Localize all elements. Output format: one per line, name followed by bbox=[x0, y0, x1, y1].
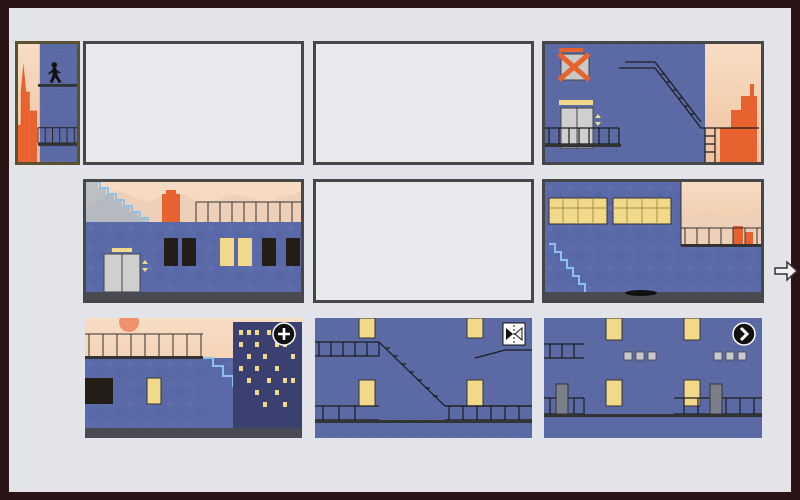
balcony-wall-scene bbox=[544, 318, 762, 438]
balcony-door bbox=[709, 383, 723, 415]
flip-tile-button[interactable] bbox=[502, 322, 526, 346]
balcony-door bbox=[555, 383, 569, 415]
level-board bbox=[9, 8, 799, 492]
runner-scene bbox=[18, 44, 77, 162]
tray-tile-rooftop-highrise[interactable] bbox=[85, 318, 302, 438]
skylight-scene bbox=[545, 182, 761, 300]
next-tile-button[interactable] bbox=[732, 322, 756, 346]
rooftop-elevator-scene bbox=[86, 182, 301, 300]
next-icon bbox=[732, 322, 756, 346]
scroll-right-button[interactable] bbox=[773, 259, 799, 283]
tile-fire-escape[interactable] bbox=[542, 41, 764, 165]
arrow-right-icon bbox=[774, 260, 799, 282]
water-tower bbox=[162, 190, 180, 222]
current-tile-runner[interactable] bbox=[15, 41, 80, 165]
fire-escape-scene bbox=[545, 44, 761, 162]
manhole bbox=[625, 290, 657, 296]
tray-tile-brick-fire-escape[interactable] bbox=[315, 318, 532, 438]
empty-slot[interactable] bbox=[83, 41, 304, 165]
tile-skylight-windows[interactable] bbox=[542, 179, 764, 303]
tile-rooftop-elevator[interactable] bbox=[83, 179, 304, 303]
rooftop-highrise-scene bbox=[85, 318, 302, 438]
add-tile-button[interactable] bbox=[272, 322, 296, 346]
tray-tile-balcony-wall[interactable] bbox=[544, 318, 762, 438]
brick-fire-escape-scene bbox=[315, 318, 532, 438]
flip-icon bbox=[502, 322, 526, 346]
empty-slot[interactable] bbox=[313, 41, 534, 165]
empty-slot[interactable] bbox=[313, 179, 534, 303]
add-icon bbox=[272, 322, 296, 346]
